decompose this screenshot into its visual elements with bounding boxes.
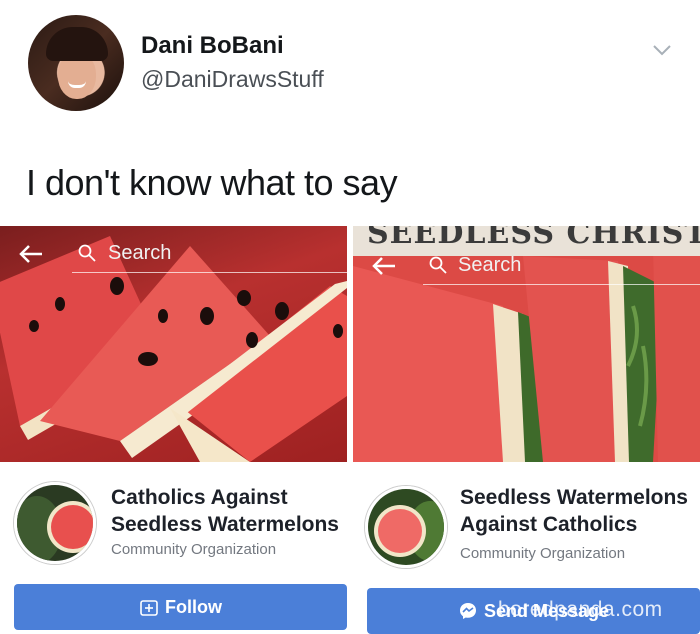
back-arrow-icon[interactable] <box>371 256 397 276</box>
page-title[interactable]: Catholics Against Seedless Watermelons <box>111 484 347 538</box>
cover-banner-text: SEEDLESS CHRIST <box>367 226 700 251</box>
watermelon-avatar-image <box>368 489 444 565</box>
chevron-down-icon[interactable] <box>652 40 672 60</box>
follow-button-label: Follow <box>165 596 222 617</box>
cover-photo: SEEDLESS CHRIST Search <box>353 226 700 462</box>
search-icon <box>78 244 96 262</box>
back-arrow-icon[interactable] <box>18 244 44 264</box>
watermark-text: boredpanda.com <box>498 598 663 621</box>
follow-button[interactable]: Follow <box>14 584 347 630</box>
page-info: Seedless Watermelons Against Catholics C… <box>353 462 700 580</box>
follow-plus-icon <box>140 600 158 616</box>
user-handle[interactable]: @DaniDrawsStuff <box>141 66 324 93</box>
page-category: Community Organization <box>460 545 626 562</box>
watermelon-cover-image <box>353 226 700 462</box>
messenger-icon <box>459 603 476 619</box>
cover-photo: Search <box>0 226 347 462</box>
search-underline <box>423 284 700 285</box>
tweet-header: Dani BoBani @DaniDrawsStuff <box>0 0 700 140</box>
search-underline <box>72 272 347 273</box>
page-info: Catholics Against Seedless Watermelons C… <box>0 462 347 580</box>
watermelon-avatar-image <box>17 485 93 561</box>
watermelon-cover-image <box>0 236 347 462</box>
page-category: Community Organization <box>111 541 277 558</box>
tweet-text: I don't know what to say <box>26 162 398 203</box>
user-avatar[interactable] <box>28 15 124 111</box>
avatar-hair <box>46 27 108 61</box>
search-input[interactable]: Search <box>458 254 521 277</box>
page-avatar[interactable] <box>365 486 447 568</box>
search-icon <box>429 256 447 274</box>
page-card-left: Search Catholics Against Seedless Waterm… <box>0 226 347 634</box>
search-input[interactable]: Search <box>108 242 171 265</box>
page-title[interactable]: Seedless Watermelons Against Catholics <box>460 484 700 538</box>
page-card-right: SEEDLESS CHRIST Search Seedless Watermel… <box>353 226 700 634</box>
page-avatar[interactable] <box>14 482 96 564</box>
display-name[interactable]: Dani BoBani <box>141 32 284 60</box>
